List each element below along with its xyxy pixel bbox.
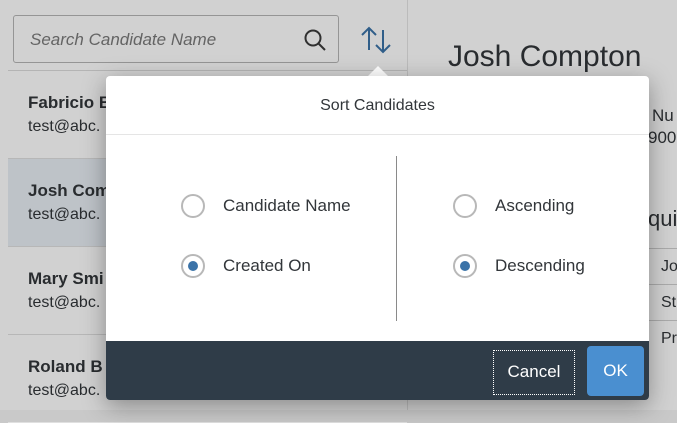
radio-label: Ascending (495, 196, 575, 215)
radio-sort-candidate-name[interactable]: Candidate Name (181, 191, 351, 221)
radio-label: Candidate Name (223, 196, 351, 215)
sort-dialog: Sort Candidates Candidate Name Created O… (106, 76, 649, 400)
radio-order-descending[interactable]: Descending (453, 251, 585, 281)
radio-button[interactable] (453, 194, 477, 218)
radio-button[interactable] (181, 194, 205, 218)
dialog-footer: Cancel OK (106, 341, 649, 400)
radio-button-checked[interactable] (453, 254, 477, 278)
radio-sort-created-on[interactable]: Created On (181, 251, 311, 281)
column-divider (396, 156, 397, 321)
radio-label: Descending (495, 256, 585, 275)
dialog-header: Sort Candidates (106, 76, 649, 135)
radio-order-ascending[interactable]: Ascending (453, 191, 574, 221)
popover-arrow (368, 66, 388, 76)
ok-button[interactable]: OK (587, 346, 644, 396)
cancel-button[interactable]: Cancel (493, 350, 575, 395)
dialog-title: Sort Candidates (320, 97, 435, 114)
radio-button-checked[interactable] (181, 254, 205, 278)
radio-label: Created On (223, 256, 311, 275)
